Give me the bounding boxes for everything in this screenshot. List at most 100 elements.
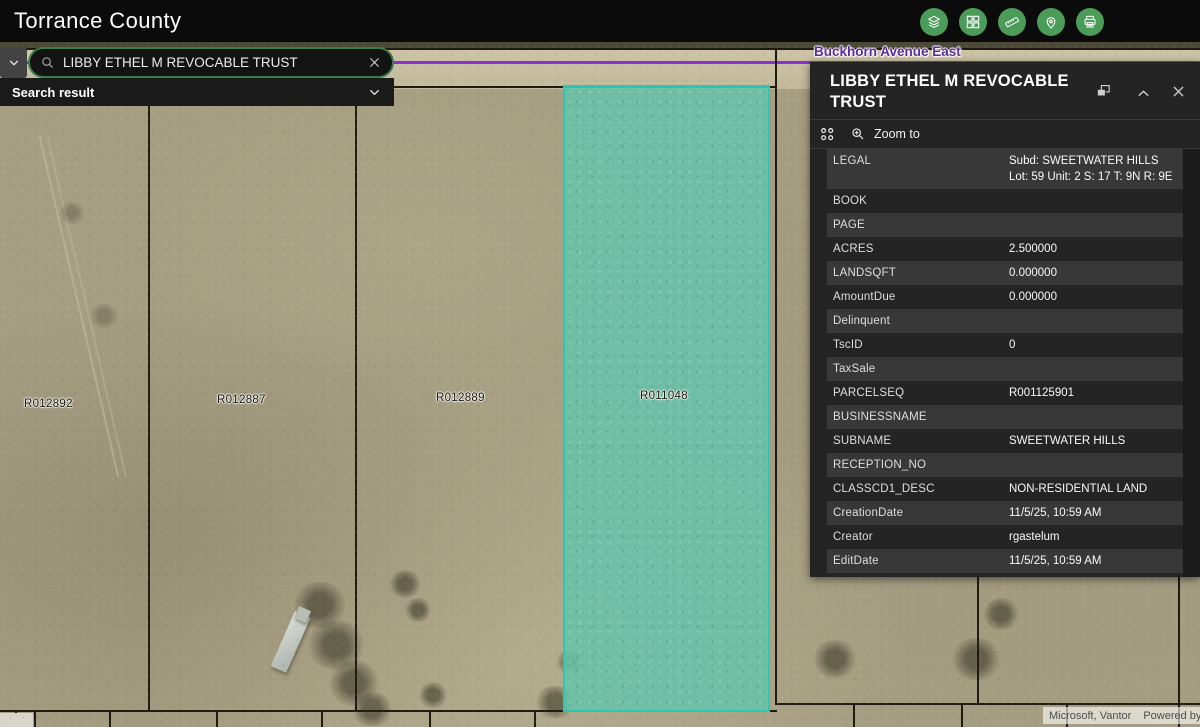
parcel-line: [216, 712, 218, 727]
attribution-powered-by: Powered by Esri: [1143, 710, 1200, 722]
field-label: Creator: [833, 529, 1009, 545]
field-value: R001125901: [1009, 385, 1183, 401]
layers-icon: [926, 14, 942, 30]
popup-header: LIBBY ETHEL M REVOCABLE TRUST: [810, 62, 1200, 120]
parcel-line: [321, 712, 323, 727]
basemap-grid-icon: [965, 14, 981, 30]
search-icon: [40, 55, 55, 70]
popup-action-bar: Zoom to: [810, 120, 1200, 149]
close-popup-button[interactable]: [1170, 83, 1187, 100]
collapse-popup-button[interactable]: [1135, 85, 1152, 102]
field-value: 0.000000: [1009, 289, 1183, 305]
field-value: rgastelum: [1009, 529, 1183, 545]
parcel-line: [977, 577, 979, 705]
search-input[interactable]: [63, 55, 359, 70]
search-collapse-button[interactable]: [0, 47, 27, 78]
field-label: TscID: [833, 337, 1009, 353]
zoom-to-icon: [850, 126, 866, 142]
field-label: PARCELSEQ: [833, 385, 1009, 401]
chevron-down-icon: [367, 85, 382, 100]
parcel-line: [775, 703, 1200, 705]
search-clear-button[interactable]: [367, 55, 382, 70]
parcel-label[interactable]: R012892: [24, 398, 73, 410]
vegetation: [950, 638, 1002, 680]
measure-icon: [1004, 14, 1020, 30]
field-label: EditDate: [833, 553, 1009, 569]
field-label: Delinquent: [833, 313, 1009, 329]
field-row: CLASSCD1_DESC NON-RESIDENTIAL LAND: [827, 477, 1183, 501]
field-label: ACRES: [833, 241, 1009, 257]
location-pin-icon: [1043, 14, 1059, 30]
field-value: 11/5/25, 10:59 AM: [1009, 505, 1183, 521]
dock-popup-button[interactable]: [1095, 82, 1112, 99]
field-row: Delinquent: [827, 309, 1183, 333]
popup-scrollbar[interactable]: [1183, 149, 1200, 577]
light-ground-patch: [0, 713, 33, 727]
field-label: LANDSQFT: [833, 265, 1009, 281]
zoom-to-button[interactable]: Zoom to: [850, 126, 920, 142]
basemap-grid-button[interactable]: [959, 8, 987, 36]
field-row: PARCELSEQ R001125901: [827, 381, 1183, 405]
app-window: R012892 R012887 R012889 R011048 Buckhorn…: [0, 0, 1200, 727]
field-row: TaxSale: [827, 357, 1183, 381]
field-value: NON-RESIDENTIAL LAND: [1009, 481, 1183, 497]
vegetation: [388, 570, 422, 598]
parcel-label[interactable]: R012887: [217, 394, 266, 406]
field-label: CLASSCD1_DESC: [833, 481, 1009, 497]
field-value: 11/5/25, 10:59 AM: [1009, 553, 1183, 569]
field-row: BOOK: [827, 189, 1183, 213]
field-label: SUBNAME: [833, 433, 1009, 449]
vegetation: [404, 598, 432, 622]
parcel-line: [109, 712, 111, 727]
field-value: 2.500000: [1009, 241, 1183, 257]
vegetation: [418, 682, 448, 708]
parcel-label[interactable]: R012889: [436, 392, 485, 404]
print-button[interactable]: [1076, 8, 1104, 36]
print-icon: [1082, 14, 1098, 30]
field-row: LANDSQFT 0.000000: [827, 261, 1183, 285]
field-label: LEGAL: [833, 153, 1009, 169]
field-value: 0: [1009, 337, 1183, 353]
field-value: SWEETWATER HILLS: [1009, 433, 1183, 449]
app-title: Torrance County: [14, 8, 181, 34]
locate-button[interactable]: [1037, 8, 1065, 36]
close-icon: [1170, 83, 1187, 100]
field-label: BUSINESSNAME: [833, 409, 1009, 425]
app-header: Torrance County: [0, 0, 1200, 42]
search-box-frame: [28, 47, 394, 78]
parcel-line: [775, 49, 777, 705]
popup-title: LIBBY ETHEL M REVOCABLE TRUST: [830, 71, 1082, 113]
parcel-line: [34, 712, 36, 727]
road-label: Buckhorn Avenue East: [814, 44, 961, 59]
header-toolbar: [920, 8, 1104, 36]
parcel-line: [961, 705, 963, 727]
field-label: CreationDate: [833, 505, 1009, 521]
parcel-line: [534, 712, 536, 727]
layers-button[interactable]: [920, 8, 948, 36]
field-row: SUBNAME SWEETWATER HILLS: [827, 429, 1183, 453]
search-box: [30, 49, 392, 76]
chevron-down-icon: [7, 56, 21, 70]
search-result-bar[interactable]: Search result: [0, 78, 394, 106]
parcel-label[interactable]: R011048: [640, 390, 688, 402]
field-label: BOOK: [833, 193, 1009, 209]
field-row: CreationDate 11/5/25, 10:59 AM: [827, 501, 1183, 525]
search-result-label: Search result: [12, 85, 367, 100]
vegetation: [982, 598, 1020, 630]
vegetation: [812, 640, 858, 678]
zoom-to-label: Zoom to: [874, 127, 920, 141]
feature-menu-button[interactable]: [819, 126, 836, 143]
field-label: RECEPTION_NO: [833, 457, 1009, 473]
vegetation: [88, 304, 120, 328]
field-value: Subd: SWEETWATER HILLS Lot: 59 Unit: 2 S…: [1009, 153, 1183, 185]
field-row: TscID 0: [827, 333, 1183, 357]
parcel-line: [429, 712, 431, 727]
field-label: TaxSale: [833, 361, 1009, 377]
popup-field-table: LEGAL Subd: SWEETWATER HILLS Lot: 59 Uni…: [827, 149, 1183, 573]
measure-button[interactable]: [998, 8, 1026, 36]
field-value: 0.000000: [1009, 265, 1183, 281]
vegetation: [58, 202, 86, 224]
chevron-up-icon: [1135, 85, 1152, 102]
field-row: ACRES 2.500000: [827, 237, 1183, 261]
popup-body: LEGAL Subd: SWEETWATER HILLS Lot: 59 Uni…: [810, 149, 1200, 577]
